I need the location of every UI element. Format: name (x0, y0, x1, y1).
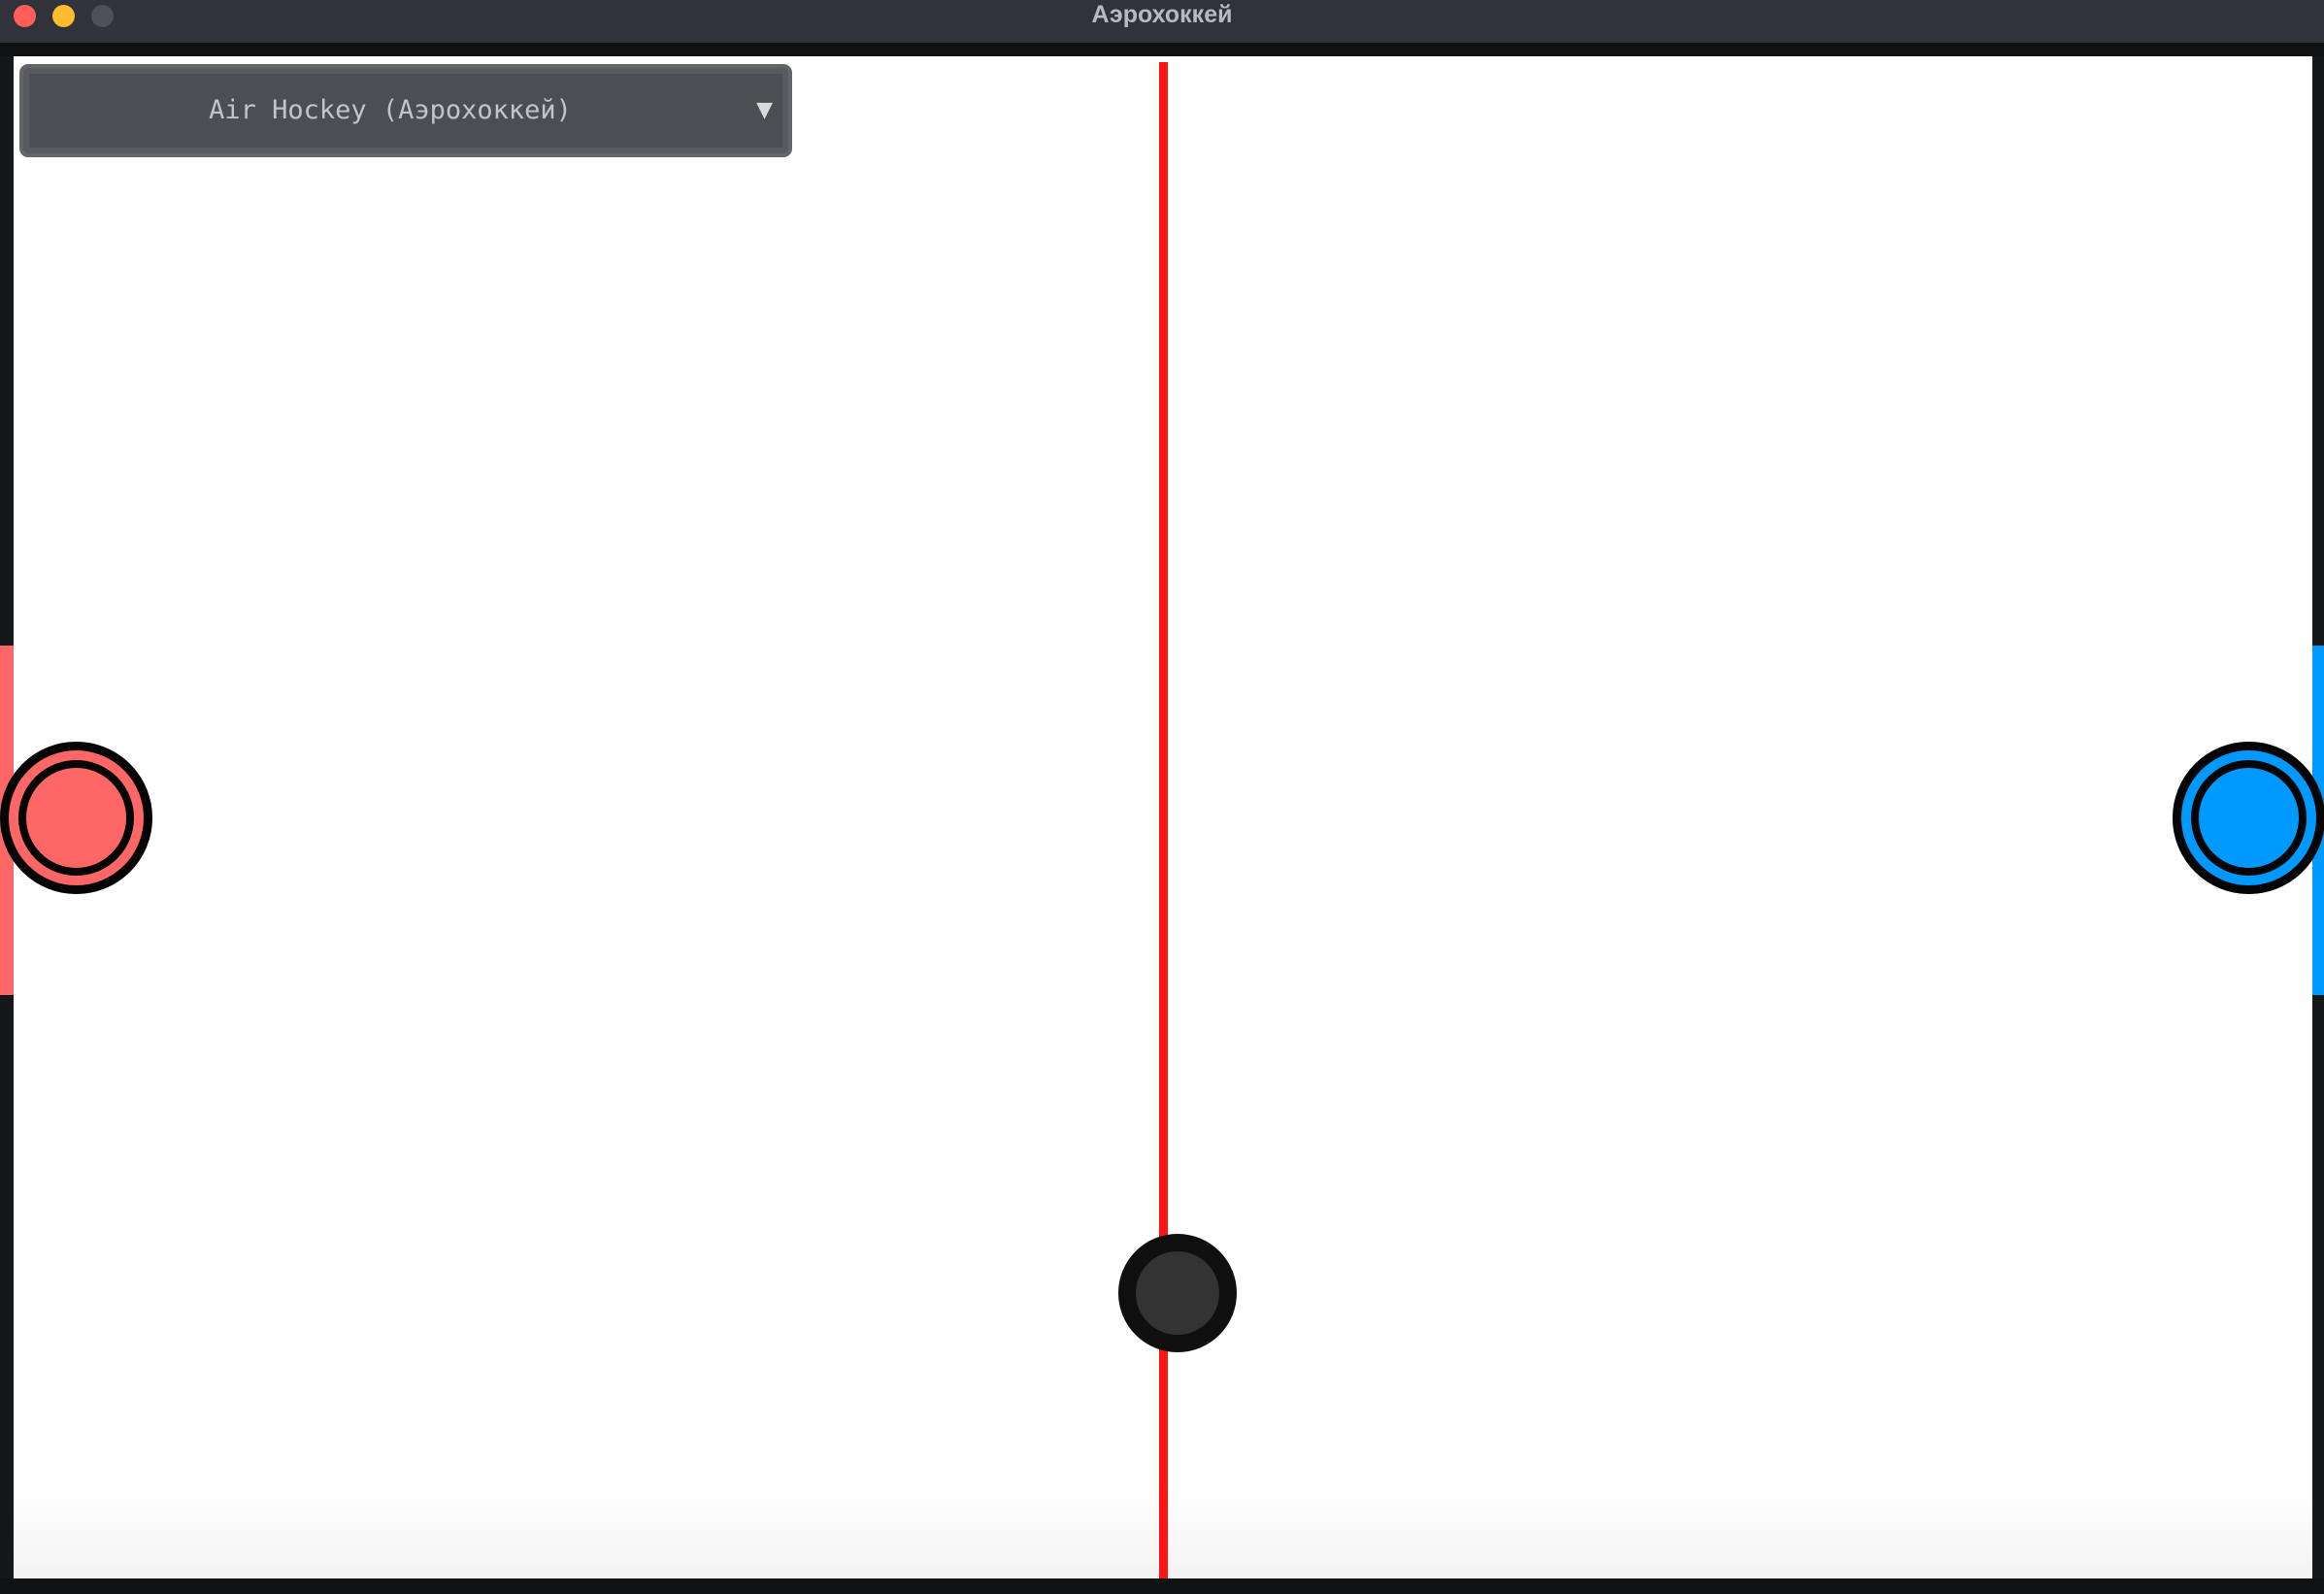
blue-mallet-inner-ring (2191, 760, 2307, 876)
air-hockey-rink[interactable] (14, 56, 2312, 1578)
triangle-down-icon: ▼ (756, 98, 773, 122)
game-select-dropdown[interactable]: Air Hockey (Аэрохоккей) ▼ (19, 64, 792, 157)
window-frame-top (0, 43, 2324, 56)
game-select-value: Air Hockey (Аэрохоккей) (209, 95, 572, 125)
red-mallet[interactable] (0, 742, 152, 894)
window-title: Аэрохоккей (1091, 1, 1233, 28)
title-bar: Аэрохоккей (0, 0, 2324, 44)
blue-mallet[interactable] (2173, 742, 2324, 894)
red-mallet-inner-ring (18, 760, 134, 876)
puck[interactable] (1118, 1234, 1237, 1352)
app-window: Аэрохоккей Air Hockey (Аэрохоккей) ▼ (0, 0, 2324, 1594)
window-frame-bottom (0, 1578, 2324, 1594)
